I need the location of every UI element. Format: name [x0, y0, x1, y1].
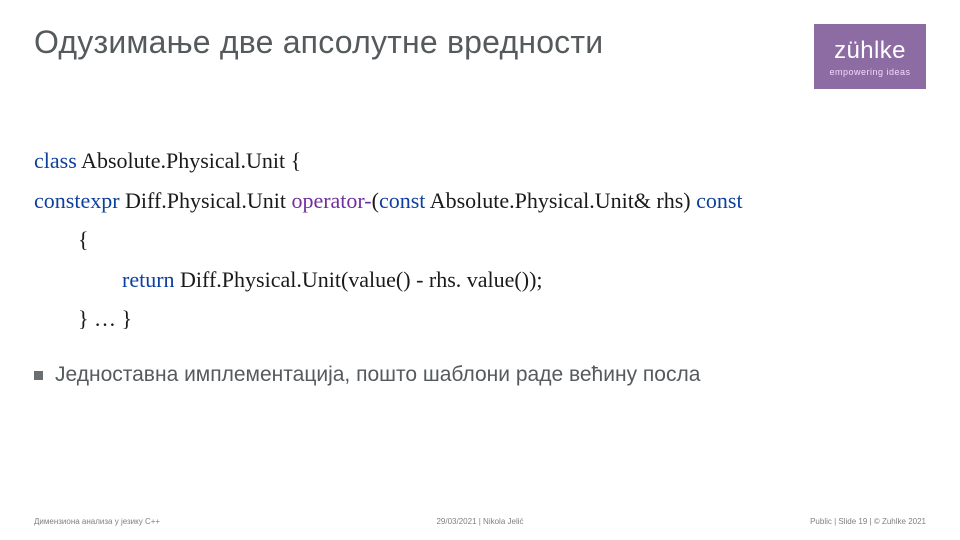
footer: Димензиона анализа у језику C++ 29/03/20…: [34, 517, 926, 526]
footer-center: 29/03/2021 | Nikola Jelić: [436, 517, 523, 526]
code-line: {: [34, 220, 926, 260]
header: Одузимање две апсолутне вредности zühlke…: [34, 24, 926, 89]
code-line: class Absolute.Physical.Unit {: [34, 141, 926, 181]
code-line: return Diff.Physical.Unit(value() - rhs.…: [34, 260, 926, 300]
footer-right: Public | Slide 19 | © Zuhlke 2021: [810, 517, 926, 526]
footer-left: Димензиона анализа у језику C++: [34, 517, 160, 526]
slide-title: Одузимање две апсолутне вредности: [34, 24, 603, 61]
logo-tagline: empowering ideas: [829, 67, 910, 77]
slide: Одузимање две апсолутне вредности zühlke…: [0, 0, 960, 540]
keyword-const: const: [379, 188, 425, 213]
logo-text: zühlke: [834, 37, 906, 65]
square-bullet-icon: [34, 371, 43, 380]
code-line: constexpr Diff.Physical.Unit operator-(c…: [34, 181, 926, 221]
keyword-operator: operator-: [291, 188, 371, 213]
keyword-return: return: [122, 267, 175, 292]
bullet-text: Једноставна имплементација, пошто шаблон…: [55, 363, 700, 387]
bullet-item: Једноставна имплементација, пошто шаблон…: [34, 363, 700, 387]
code-line: } … }: [34, 299, 926, 339]
brand-logo: zühlke empowering ideas: [814, 24, 926, 89]
keyword-class: class: [34, 148, 77, 173]
keyword-constexpr: constexpr: [34, 188, 120, 213]
code-block: class Absolute.Physical.Unit { constexpr…: [34, 141, 926, 339]
keyword-const: const: [696, 188, 742, 213]
